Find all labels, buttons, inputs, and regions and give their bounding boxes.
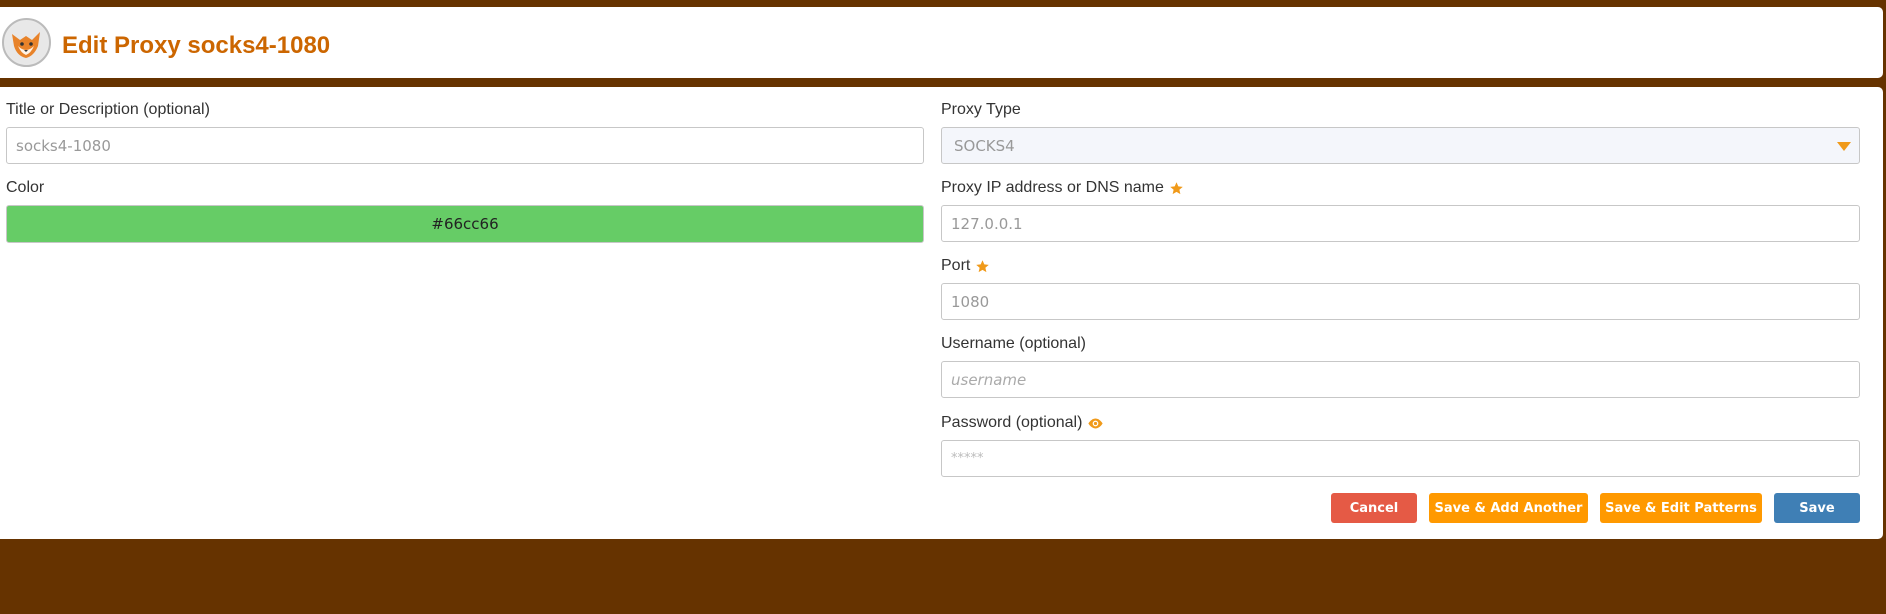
star-icon — [975, 259, 990, 274]
color-picker[interactable]: #66cc66 — [6, 205, 924, 243]
title-label: Title or Description (optional) — [6, 101, 210, 118]
eye-icon[interactable] — [1087, 417, 1104, 430]
address-input[interactable]: 127.0.0.1 — [941, 205, 1860, 242]
header-bar: Edit Proxy socks4-1080 — [0, 7, 1883, 78]
foxyproxy-logo — [2, 18, 51, 67]
page-title: Edit Proxy socks4-1080 — [62, 32, 331, 59]
username-label: Username (optional) — [941, 335, 1086, 352]
title-input[interactable]: socks4-1080 — [6, 127, 924, 164]
edit-proxy-form: Title or Description (optional) socks4-1… — [0, 87, 1883, 539]
port-label: Port — [941, 257, 971, 274]
proxy-type-select[interactable]: SOCKS4 — [941, 127, 1860, 164]
save-button[interactable]: Save — [1774, 493, 1860, 523]
caret-down-icon — [1837, 142, 1851, 151]
star-icon — [1169, 181, 1184, 196]
password-label: Password (optional) — [941, 414, 1083, 431]
save-add-another-button[interactable]: Save & Add Another — [1429, 493, 1588, 523]
save-edit-patterns-button[interactable]: Save & Edit Patterns — [1600, 493, 1762, 523]
password-label-row: Password (optional) — [941, 414, 1104, 432]
color-label: Color — [6, 179, 45, 196]
port-input[interactable]: 1080 — [941, 283, 1860, 320]
address-label-row: Proxy IP address or DNS name — [941, 179, 1184, 197]
password-input[interactable]: ***** — [941, 440, 1860, 477]
proxy-type-label: Proxy Type — [941, 101, 1021, 118]
address-label: Proxy IP address or DNS name — [941, 179, 1164, 196]
username-input[interactable]: username — [941, 361, 1860, 398]
proxy-type-value: SOCKS4 — [954, 136, 1015, 155]
cancel-button[interactable]: Cancel — [1331, 493, 1417, 523]
port-label-row: Port — [941, 257, 990, 275]
